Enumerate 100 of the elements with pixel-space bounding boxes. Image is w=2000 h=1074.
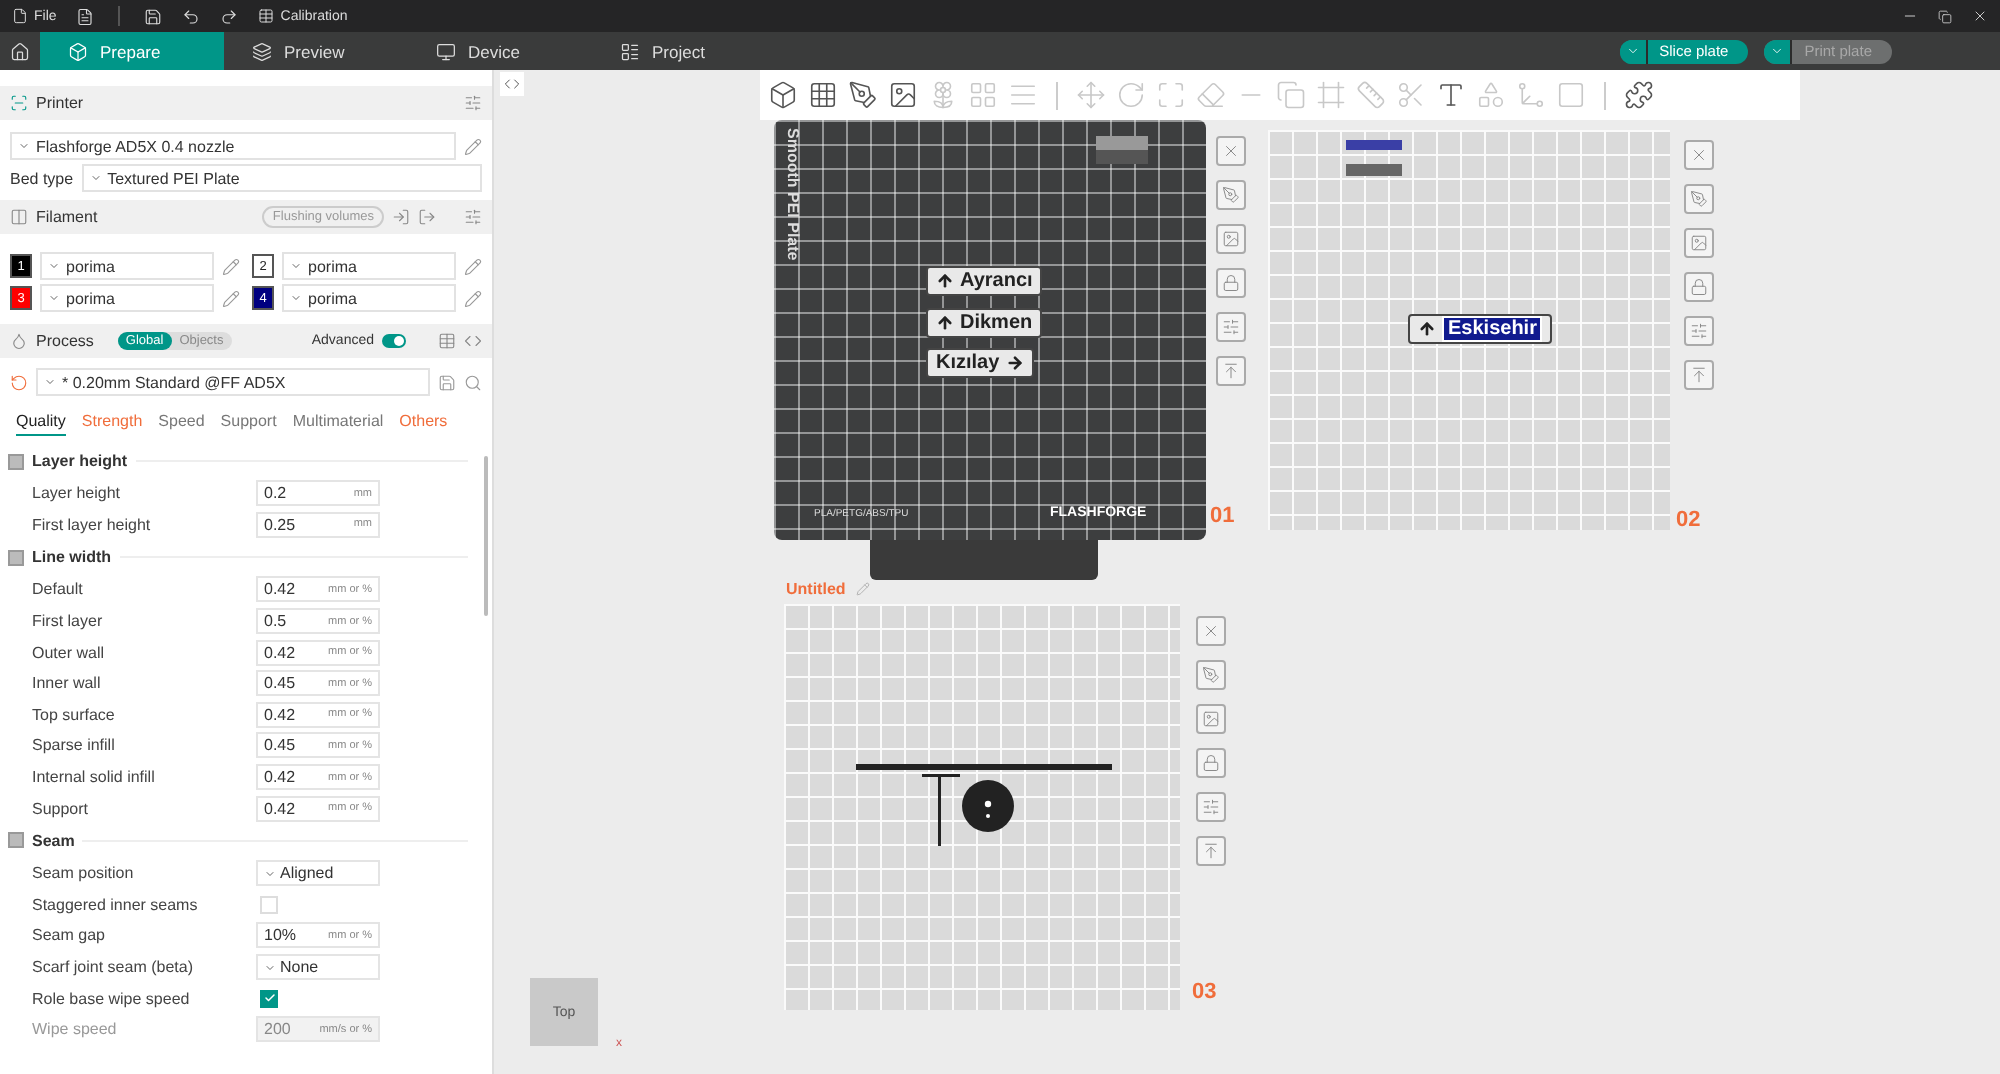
- scale-3d-icon[interactable]: [1516, 80, 1546, 110]
- process-dropdown[interactable]: * 0.20mm Standard @FF AD5X: [36, 368, 430, 396]
- close-icon[interactable]: [1972, 8, 1988, 24]
- rotate-icon[interactable]: [1116, 80, 1146, 110]
- lines-icon[interactable]: [1008, 80, 1038, 110]
- plate-tool-button[interactable]: [1196, 660, 1226, 690]
- setting-label: Layer height: [32, 484, 123, 503]
- text-icon[interactable]: [1436, 80, 1466, 110]
- setting-label: Internal solid infill: [32, 768, 157, 787]
- setting-dropdown[interactable]: None: [256, 954, 380, 981]
- advanced-switch[interactable]: [382, 334, 406, 348]
- edit-icon[interactable]: [222, 289, 240, 307]
- pen-icon: [1690, 190, 1708, 208]
- plate-tool-button[interactable]: [1216, 224, 1246, 254]
- eraser-icon[interactable]: [1196, 80, 1226, 110]
- plate-tool-button[interactable]: [1216, 136, 1246, 166]
- plate-label: Smooth PEI Plate: [784, 128, 802, 261]
- filament-dropdown[interactable]: porima: [282, 284, 456, 312]
- image-icon[interactable]: [888, 80, 918, 110]
- frame-icon[interactable]: [1316, 80, 1346, 110]
- settings-tab[interactable]: Speed: [158, 412, 205, 436]
- redo-icon[interactable]: [220, 7, 239, 25]
- main-tab[interactable]: Prepare: [40, 32, 224, 70]
- settings-tab[interactable]: Quality: [16, 412, 66, 436]
- layout-grid-icon[interactable]: [968, 80, 998, 110]
- main-tab[interactable]: Preview: [224, 32, 408, 70]
- plate-tool-button[interactable]: [1196, 792, 1226, 822]
- lock-icon: [1202, 754, 1220, 772]
- code-icon: [504, 76, 520, 92]
- setting-checkbox[interactable]: [260, 989, 278, 1008]
- table-icon[interactable]: [438, 332, 456, 350]
- filament-dropdown[interactable]: porima: [282, 252, 456, 280]
- settings-tab[interactable]: Multimaterial: [292, 412, 384, 436]
- plate-tool-button[interactable]: [1196, 704, 1226, 734]
- puzzle-icon[interactable]: [1624, 80, 1654, 110]
- plate-tool-button[interactable]: [1216, 312, 1246, 342]
- plate-tool-button[interactable]: [1196, 836, 1226, 866]
- cube-add-icon[interactable]: [768, 80, 798, 110]
- plate-tool-button[interactable]: [1684, 184, 1714, 214]
- plate-tool-button[interactable]: [1216, 180, 1246, 210]
- flower-icon[interactable]: [928, 80, 958, 110]
- plate-tool-button[interactable]: [1196, 616, 1226, 646]
- plate-tool-button[interactable]: [1684, 228, 1714, 258]
- settings-tab[interactable]: Support: [220, 412, 277, 436]
- close-icon: [1222, 142, 1240, 160]
- remove-filament-icon[interactable]: [418, 208, 436, 226]
- printer-dropdown[interactable]: Flashforge AD5X 0.4 nozzle: [10, 132, 456, 160]
- filament-dropdown[interactable]: porima: [40, 284, 214, 312]
- edit-icon[interactable]: [464, 289, 482, 307]
- image-icon: [1222, 230, 1240, 248]
- filament-dropdown[interactable]: porima: [40, 252, 214, 280]
- reset-icon[interactable]: [10, 373, 28, 391]
- plate-tool-button[interactable]: [1216, 356, 1246, 386]
- plate-tool-button[interactable]: [1684, 272, 1714, 302]
- square-icon[interactable]: [1556, 80, 1586, 110]
- group-title: Seam: [32, 831, 75, 850]
- plate-tool-button[interactable]: [1684, 360, 1714, 390]
- pen-icon[interactable]: [848, 80, 878, 110]
- sign-model: Ayrancı: [926, 266, 1043, 296]
- bed-type-dropdown[interactable]: Textured PEI Plate: [81, 164, 482, 192]
- scissors-icon[interactable]: [1396, 80, 1426, 110]
- edit-icon[interactable]: [222, 257, 240, 275]
- setting-label: Scarf joint seam (beta): [32, 958, 195, 977]
- move-icon[interactable]: [1076, 80, 1106, 110]
- edit-icon[interactable]: [464, 257, 482, 275]
- group-title: Line width: [32, 548, 112, 567]
- close-icon: [1202, 622, 1220, 640]
- chevron-down-icon: [48, 260, 60, 272]
- shapes-icon[interactable]: [1476, 80, 1506, 110]
- edit-icon[interactable]: [464, 137, 482, 155]
- settings-icon[interactable]: [464, 208, 482, 226]
- plate-tool-button[interactable]: [1684, 316, 1714, 346]
- ruler-icon[interactable]: [1356, 80, 1386, 110]
- scrollbar[interactable]: [484, 456, 488, 616]
- scale-icon[interactable]: [1156, 80, 1186, 110]
- plate-tool-button[interactable]: [1196, 748, 1226, 778]
- undo-icon[interactable]: [182, 7, 201, 25]
- copy-icon[interactable]: [1276, 80, 1306, 110]
- plate-tool-button[interactable]: [1216, 268, 1246, 298]
- collapse-button[interactable]: [500, 72, 524, 96]
- add-filament-icon[interactable]: [392, 208, 410, 226]
- sliders-icon: [1202, 798, 1220, 816]
- setting-label: Wipe speed: [32, 1020, 119, 1039]
- model-bar: [1346, 164, 1402, 176]
- plate-tool-button[interactable]: [1684, 140, 1714, 170]
- chevron-down-icon: [1625, 44, 1640, 58]
- section-title: Filament: [36, 208, 98, 226]
- setting-dropdown[interactable]: Aligned: [256, 860, 380, 887]
- settings-icon[interactable]: [464, 94, 482, 112]
- main-tab[interactable]: Project: [592, 32, 776, 70]
- arrow-up-line-icon: [1222, 362, 1240, 380]
- chevron-down-icon: [44, 376, 56, 388]
- main-tab[interactable]: Device: [408, 32, 592, 70]
- grid-add-icon[interactable]: [808, 80, 838, 110]
- setting-label: Seam position: [32, 864, 136, 883]
- search-icon[interactable]: [464, 373, 482, 391]
- home-icon: [10, 41, 30, 61]
- restore-icon[interactable]: [1938, 9, 1952, 23]
- document-icon[interactable]: [76, 7, 95, 25]
- list-icon: [620, 41, 640, 61]
